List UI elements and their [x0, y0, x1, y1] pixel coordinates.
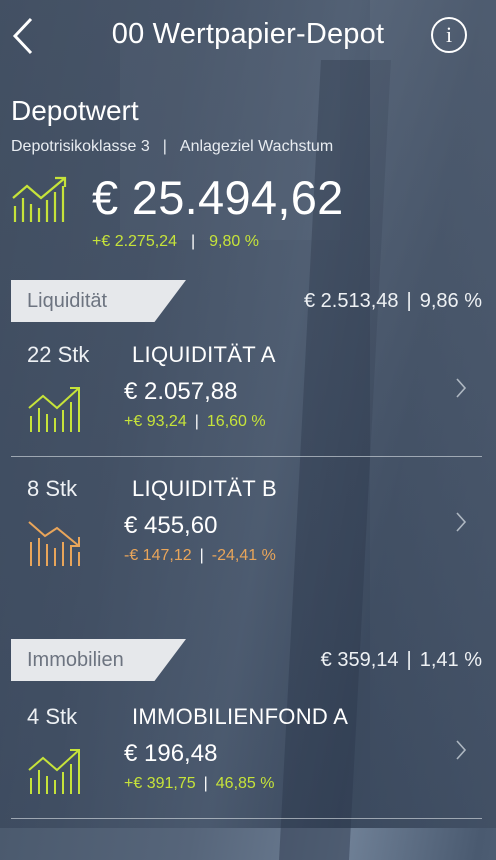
category-pct: 9,86 % — [419, 290, 482, 312]
depot-change-pct: 9,80 % — [209, 233, 259, 250]
row-divider — [11, 818, 482, 819]
position-change: -€ 147,12 | -24,41 % — [124, 547, 276, 565]
info-button[interactable]: i — [431, 17, 467, 53]
position-row-liquiditaet-b[interactable]: 8 Stk LIQUIDITÄT B € 455,60 -€ 147,12 | -2… — [0, 476, 496, 601]
position-change: +€ 391,75 | 46,85 % — [124, 775, 275, 793]
position-name: LIQUIDITÄT A — [132, 342, 276, 367]
category-name: Liquidität — [27, 290, 108, 312]
change-separator: | — [203, 775, 208, 792]
position-value: € 455,60 — [124, 512, 218, 539]
category-header-immobilien[interactable]: Immobilien € 359,14 | 1,41 % — [0, 639, 496, 683]
category-summary: € 359,14 | 1,41 % — [321, 649, 482, 672]
row-divider — [11, 456, 482, 457]
change-pct: -24,41 % — [211, 547, 276, 564]
change-pct: 46,85 % — [215, 775, 275, 792]
change-abs: +€ 391,75 — [124, 775, 196, 792]
category-name: Immobilien — [27, 649, 124, 671]
position-name: LIQUIDITÄT B — [132, 476, 277, 501]
depot-change: +€ 2.275,24 | 9,80 % — [92, 233, 259, 251]
depot-meta: Depotrisikoklasse 3 | Anlageziel Wachstum — [11, 138, 333, 156]
depot-title: Depotwert — [11, 95, 139, 126]
position-quantity: 4 Stk — [27, 704, 78, 729]
app-header: 00 Wertpapier-Depot i — [0, 0, 496, 72]
depot-change-abs: +€ 2.275,24 — [92, 233, 177, 250]
chevron-right-icon — [456, 512, 467, 532]
change-abs: +€ 93,24 — [124, 413, 187, 430]
position-row-liquiditaet-a[interactable]: 22 Stk LIQUIDITÄT A € 2.057,88 +€ 93,24 |… — [0, 342, 496, 467]
info-icon: i — [445, 22, 453, 47]
trend-up-chart-icon — [27, 744, 83, 799]
category-summary: € 2.513,48 | 9,86 % — [304, 290, 482, 313]
category-header-liquiditaet[interactable]: Liquidität € 2.513,48 | 9,86 % — [0, 280, 496, 324]
depot-value: € 25.494,62 — [92, 171, 344, 224]
category-tag: Liquidität — [11, 280, 186, 322]
change-separator: | — [190, 233, 196, 250]
position-value: € 196,48 — [124, 740, 218, 767]
position-quantity: 22 Stk — [27, 342, 90, 367]
change-pct: 16,60 % — [206, 413, 266, 430]
position-name: IMMOBILIENFOND A — [132, 704, 349, 729]
summary-separator: | — [406, 649, 412, 671]
trend-up-chart-icon — [27, 382, 83, 437]
chevron-right-icon — [456, 378, 467, 398]
summary-separator: | — [406, 290, 412, 312]
category-sum: € 2.513,48 — [304, 290, 399, 312]
change-separator: | — [199, 547, 204, 564]
position-row-immobilienfond-a[interactable]: 4 Stk IMMOBILIENFOND A € 196,48 +€ 391,7… — [0, 704, 496, 829]
investment-goal: Anlageziel Wachstum — [179, 138, 334, 155]
position-change: +€ 93,24 | 16,60 % — [124, 413, 266, 431]
position-value: € 2.057,88 — [124, 378, 238, 405]
trend-up-chart-icon — [11, 176, 69, 227]
page-title: 00 Wertpapier-Depot — [111, 18, 385, 50]
trend-down-chart-icon — [27, 516, 83, 571]
change-abs: -€ 147,12 — [124, 547, 192, 564]
risk-class: Depotrisikoklasse 3 — [11, 138, 150, 155]
position-quantity: 8 Stk — [27, 476, 78, 501]
category-tag: Immobilien — [11, 639, 186, 681]
chevron-right-icon — [456, 740, 467, 760]
category-pct: 1,41 % — [419, 649, 482, 671]
change-separator: | — [194, 413, 199, 430]
meta-separator: | — [162, 138, 167, 155]
category-sum: € 359,14 — [320, 649, 399, 671]
